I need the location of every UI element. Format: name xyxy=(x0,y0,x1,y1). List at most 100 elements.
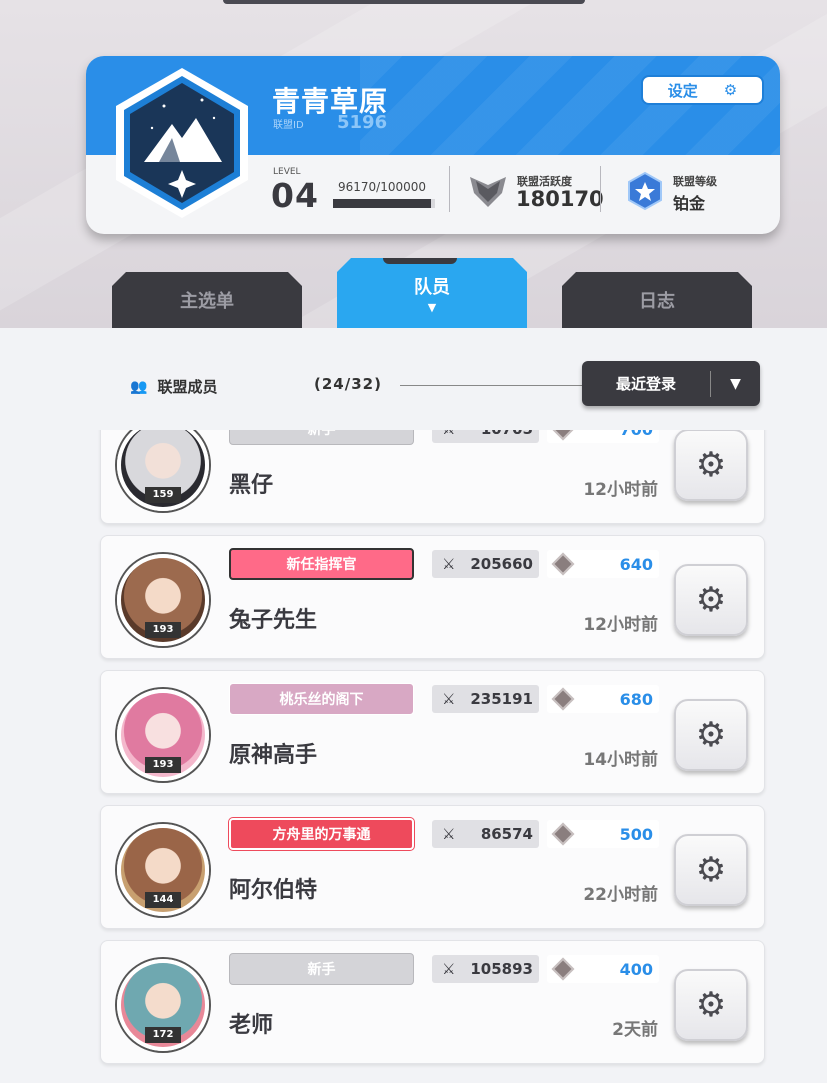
member-name: 原神高手 xyxy=(229,743,318,768)
guild-emblem-icon xyxy=(116,68,248,218)
divider xyxy=(600,166,601,212)
gear-icon: ⚙ xyxy=(695,850,727,890)
title-tag: 新任指挥官 xyxy=(229,548,414,580)
level-badge: 193 xyxy=(145,757,181,773)
sort-dropdown[interactable]: 最近登录 ▼ xyxy=(582,361,760,406)
tab-label: 日志 xyxy=(639,291,675,312)
last-login: 14小时前 xyxy=(583,750,658,770)
members-count: (24/32) xyxy=(314,375,382,393)
divider xyxy=(400,385,590,386)
member-settings-button[interactable]: ⚙ xyxy=(674,699,748,771)
title-tag: 方舟里的万事通 xyxy=(229,818,414,850)
power-stat: ⚔ 105893 xyxy=(432,955,539,983)
diamond-icon xyxy=(551,957,575,981)
diamond-icon xyxy=(551,552,575,576)
activity-stat: 400 xyxy=(547,955,659,983)
sort-label: 最近登录 xyxy=(615,375,676,393)
tab-label: 队员 xyxy=(414,276,450,298)
activity-stat: 640 xyxy=(547,550,659,578)
members-list[interactable]: 159 新手 ⚔ 10705 700 黑仔 12小时前 ⚙ 193 新任指挥官 … xyxy=(0,430,827,1083)
activity-value: 640 xyxy=(619,554,653,574)
crossed-swords-icon: ⚔ xyxy=(442,430,455,438)
level-badge: 144 xyxy=(145,892,181,908)
tab-log[interactable]: 日志 xyxy=(562,272,752,328)
guild-level: 04 xyxy=(271,176,319,215)
title-tag: 新手 xyxy=(229,953,414,985)
tab-notch xyxy=(383,258,457,264)
gear-icon: ⚙ xyxy=(723,81,738,99)
member-name: 老师 xyxy=(229,1013,274,1038)
top-handle xyxy=(223,0,585,4)
last-login: 12小时前 xyxy=(583,480,658,500)
list-item[interactable]: 144 方舟里的万事通 ⚔ 86574 500 阿尔伯特 22小时前 ⚙ xyxy=(100,805,765,929)
list-item[interactable]: 172 新手 ⚔ 105893 400 老师 2天前 ⚙ xyxy=(100,940,765,1064)
gear-icon: ⚙ xyxy=(695,445,727,485)
guild-id-label: 联盟ID xyxy=(273,120,304,131)
activity-stat: 700 xyxy=(547,430,659,443)
activity-value: 680 xyxy=(619,689,653,709)
activity-value: 700 xyxy=(620,430,653,439)
gear-icon: ⚙ xyxy=(695,715,727,755)
power-value: 235191 xyxy=(470,690,533,708)
member-name: 阿尔伯特 xyxy=(229,878,318,903)
list-item[interactable]: 159 新手 ⚔ 10705 700 黑仔 12小时前 ⚙ xyxy=(100,430,765,524)
settings-button[interactable]: 设定 ⚙ xyxy=(641,75,764,105)
level-badge: 193 xyxy=(145,622,181,638)
crossed-swords-icon: ⚔ xyxy=(442,960,456,978)
last-login: 22小时前 xyxy=(583,885,658,905)
power-stat: ⚔ 235191 xyxy=(432,685,539,713)
member-settings-button[interactable]: ⚙ xyxy=(674,564,748,636)
power-value: 205660 xyxy=(470,555,533,573)
guild-activity: 180170 xyxy=(516,187,604,211)
power-value: 105893 xyxy=(470,960,533,978)
members-icon: 👥 xyxy=(130,378,148,395)
settings-label: 设定 xyxy=(667,81,698,100)
guild-id: 5196 xyxy=(337,112,388,133)
activity-shield-icon xyxy=(470,177,506,207)
member-name: 兔子先生 xyxy=(229,608,318,633)
xp-text: 96170/100000 xyxy=(338,180,427,194)
crossed-swords-icon: ⚔ xyxy=(442,555,456,573)
chevron-down-icon: ▼ xyxy=(730,375,741,392)
last-login: 2天前 xyxy=(612,1020,658,1040)
tab-main-menu[interactable]: 主选单 xyxy=(112,272,302,328)
list-item[interactable]: 193 桃乐丝的阁下 ⚔ 235191 680 原神高手 14小时前 ⚙ xyxy=(100,670,765,794)
gear-icon: ⚙ xyxy=(695,580,727,620)
title-tag: 新手 xyxy=(229,430,414,445)
crossed-swords-icon: ⚔ xyxy=(442,825,456,843)
member-settings-button[interactable]: ⚙ xyxy=(674,430,748,501)
last-login: 12小时前 xyxy=(583,615,658,635)
diamond-icon xyxy=(551,822,575,846)
power-value: 10705 xyxy=(481,430,533,438)
xp-progress-fill xyxy=(333,199,432,208)
crossed-swords-icon: ⚔ xyxy=(442,690,456,708)
power-stat: ⚔ 10705 xyxy=(432,430,539,443)
title-tag: 桃乐丝的阁下 xyxy=(229,683,414,715)
power-stat: ⚔ 205660 xyxy=(432,550,539,578)
tab-members[interactable]: 队员 ▼ xyxy=(337,258,527,328)
diamond-icon xyxy=(551,430,575,441)
guild-rank: 铂金 xyxy=(673,194,706,213)
xp-progress-bar xyxy=(333,199,435,208)
diamond-icon xyxy=(551,687,575,711)
tab-label: 主选单 xyxy=(180,291,234,312)
list-item[interactable]: 193 新任指挥官 ⚔ 205660 640 兔子先生 12小时前 ⚙ xyxy=(100,535,765,659)
level-badge: 159 xyxy=(145,487,181,503)
activity-value: 500 xyxy=(619,824,653,844)
members-header: 👥 联盟成员 xyxy=(130,376,217,397)
divider xyxy=(449,166,450,212)
members-label: 联盟成员 xyxy=(157,378,218,396)
activity-stat: 500 xyxy=(547,820,659,848)
gear-icon: ⚙ xyxy=(695,985,727,1025)
activity-value: 400 xyxy=(619,959,653,979)
member-name: 黑仔 xyxy=(229,473,274,498)
member-settings-button[interactable]: ⚙ xyxy=(674,834,748,906)
power-value: 86574 xyxy=(480,825,533,843)
tab-caret-icon: ▼ xyxy=(427,300,437,314)
power-stat: ⚔ 86574 xyxy=(432,820,539,848)
level-badge: 172 xyxy=(145,1027,181,1043)
member-settings-button[interactable]: ⚙ xyxy=(674,969,748,1041)
rank-badge-icon xyxy=(628,171,662,211)
activity-stat: 680 xyxy=(547,685,659,713)
rank-label: 联盟等级 xyxy=(673,175,717,188)
